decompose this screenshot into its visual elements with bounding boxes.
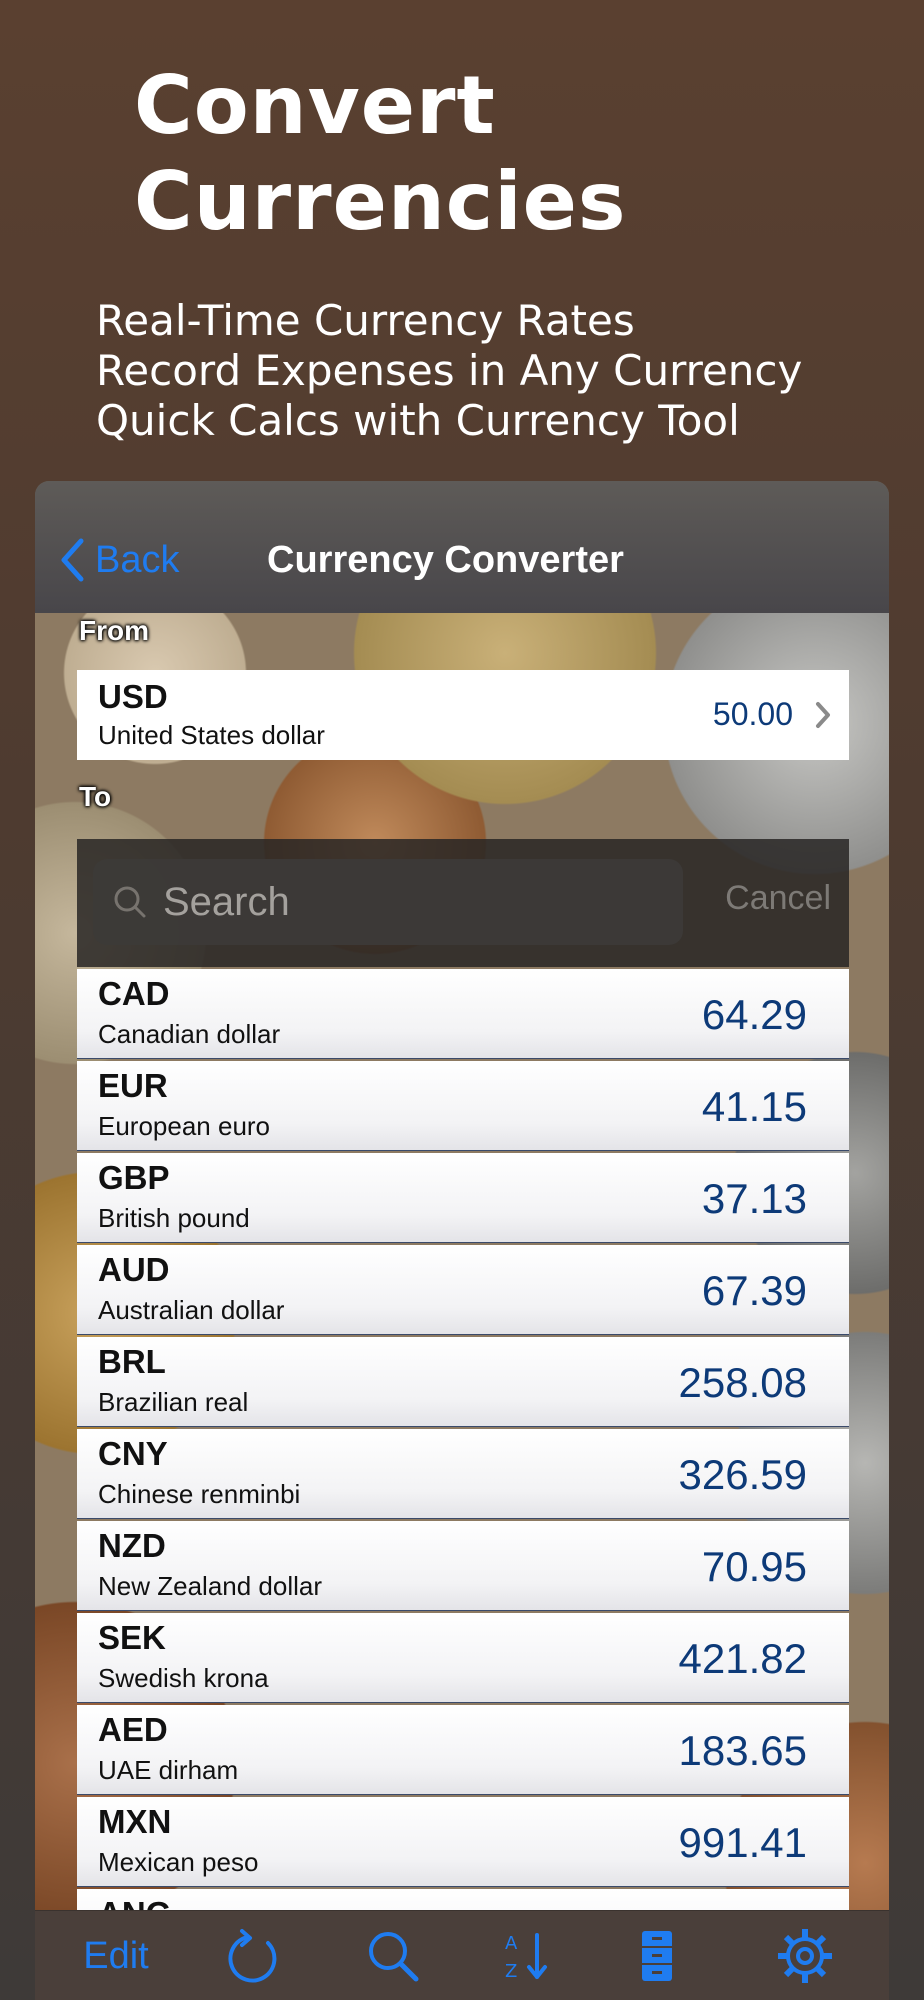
- currency-value: 183.65: [678, 1727, 807, 1774]
- cabinet-button[interactable]: [617, 1911, 697, 2000]
- currency-list-panel: Cancel CAD Canadian dollar 64.29 EUR Eur…: [77, 839, 849, 2000]
- cancel-button[interactable]: Cancel: [725, 879, 831, 918]
- currency-code: GBP: [98, 1159, 170, 1196]
- refresh-button[interactable]: [215, 1911, 295, 2000]
- currency-value: 41.15: [701, 1083, 807, 1130]
- sort-button[interactable]: A Z: [487, 1911, 567, 2000]
- currency-value: 70.95: [701, 1543, 807, 1590]
- currency-row-cad[interactable]: CAD Canadian dollar 64.29: [77, 969, 849, 1059]
- bottom-toolbar: Edit A Z: [35, 1910, 889, 2000]
- currency-row-nzd[interactable]: NZD New Zealand dollar 70.95: [77, 1521, 849, 1611]
- currency-list: CAD Canadian dollar 64.29 EUR European e…: [77, 969, 849, 1981]
- currency-name: Australian dollar: [98, 1295, 285, 1325]
- cabinet-icon: [642, 1931, 672, 1981]
- currency-code: SEK: [98, 1619, 166, 1656]
- currency-name: Canadian dollar: [98, 1019, 281, 1049]
- currency-row-gbp[interactable]: GBP British pound 37.13: [77, 1153, 849, 1243]
- currency-code: AED: [98, 1711, 168, 1748]
- chevron-left-icon: [61, 538, 84, 582]
- currency-code: NZD: [98, 1527, 166, 1564]
- page-title: Currency Converter: [267, 539, 624, 581]
- app-screen: Back Currency Converter From USD United …: [35, 481, 889, 2000]
- feature-item: Record Expenses in Any Currency: [96, 346, 803, 395]
- settings-button[interactable]: [765, 1911, 845, 2000]
- currency-value: 258.08: [678, 1359, 807, 1406]
- currency-code: BRL: [98, 1343, 166, 1380]
- refresh-icon: [228, 1929, 277, 1983]
- from-currency-code: USD: [98, 678, 168, 715]
- search-button[interactable]: [353, 1911, 433, 2000]
- to-section-label: To: [79, 781, 112, 812]
- sort-az-icon: A Z: [505, 1933, 547, 1982]
- currency-code: MXN: [98, 1803, 172, 1840]
- currency-row-mxn[interactable]: MXN Mexican peso 991.41: [77, 1797, 849, 1887]
- currency-name: Chinese renminbi: [98, 1479, 301, 1509]
- currency-row-aud[interactable]: AUD Australian dollar 67.39: [77, 1245, 849, 1335]
- from-section-label: From: [79, 615, 149, 646]
- currency-value: 326.59: [678, 1451, 807, 1498]
- currency-name: UAE dirham: [98, 1755, 239, 1785]
- svg-text:Z: Z: [505, 1961, 517, 1982]
- search-icon: [369, 1932, 419, 1982]
- currency-code: EUR: [98, 1067, 168, 1104]
- currency-row-cny[interactable]: CNY Chinese renminbi 326.59: [77, 1429, 849, 1519]
- search-bar: Cancel: [77, 839, 849, 967]
- edit-button[interactable]: Edit: [61, 1911, 171, 2000]
- currency-code: AUD: [98, 1251, 170, 1288]
- promo-title-line2: Currencies: [134, 155, 627, 248]
- feature-list: Real-Time Currency Rates Record Expenses…: [96, 296, 802, 446]
- currency-row-aed[interactable]: AED UAE dirham 183.65: [77, 1705, 849, 1795]
- currency-code: CAD: [98, 975, 170, 1012]
- currency-value: 37.13: [701, 1175, 807, 1222]
- svg-text:A: A: [505, 1933, 518, 1954]
- from-amount: 50.00: [712, 696, 793, 732]
- gear-icon: [778, 1929, 832, 1983]
- feature-item: Real-Time Currency Rates: [96, 296, 635, 345]
- currency-row-brl[interactable]: BRL Brazilian real 258.08: [77, 1337, 849, 1427]
- feature-item: Quick Calcs with Currency Tool: [96, 396, 740, 445]
- currency-name: Mexican peso: [98, 1847, 259, 1877]
- currency-name: Swedish krona: [98, 1663, 269, 1693]
- search-icon: [114, 886, 146, 918]
- currency-name: Brazilian real: [98, 1387, 249, 1417]
- promo-title-line1: Convert: [134, 59, 496, 152]
- currency-code: CNY: [98, 1435, 168, 1472]
- navigation-bar: Back Currency Converter: [35, 481, 889, 613]
- currency-name: New Zealand dollar: [98, 1571, 323, 1601]
- currency-name: European euro: [98, 1111, 271, 1141]
- currency-value: 421.82: [678, 1635, 807, 1682]
- currency-value: 64.29: [701, 991, 807, 1038]
- currency-row-eur[interactable]: EUR European euro 41.15: [77, 1061, 849, 1151]
- chevron-right-icon: [816, 702, 830, 728]
- from-currency-name: United States dollar: [98, 720, 325, 750]
- from-currency-row[interactable]: USD United States dollar 50.00: [77, 670, 849, 760]
- currency-name: British pound: [98, 1203, 250, 1233]
- currency-value: 67.39: [701, 1267, 807, 1314]
- back-button[interactable]: Back: [59, 537, 179, 583]
- search-field[interactable]: [93, 859, 683, 945]
- search-input[interactable]: [161, 878, 665, 926]
- currency-row-sek[interactable]: SEK Swedish krona 421.82: [77, 1613, 849, 1703]
- back-label: Back: [95, 538, 180, 581]
- currency-value: 991.41: [678, 1819, 807, 1866]
- promo-title: Convert Currencies: [134, 58, 627, 250]
